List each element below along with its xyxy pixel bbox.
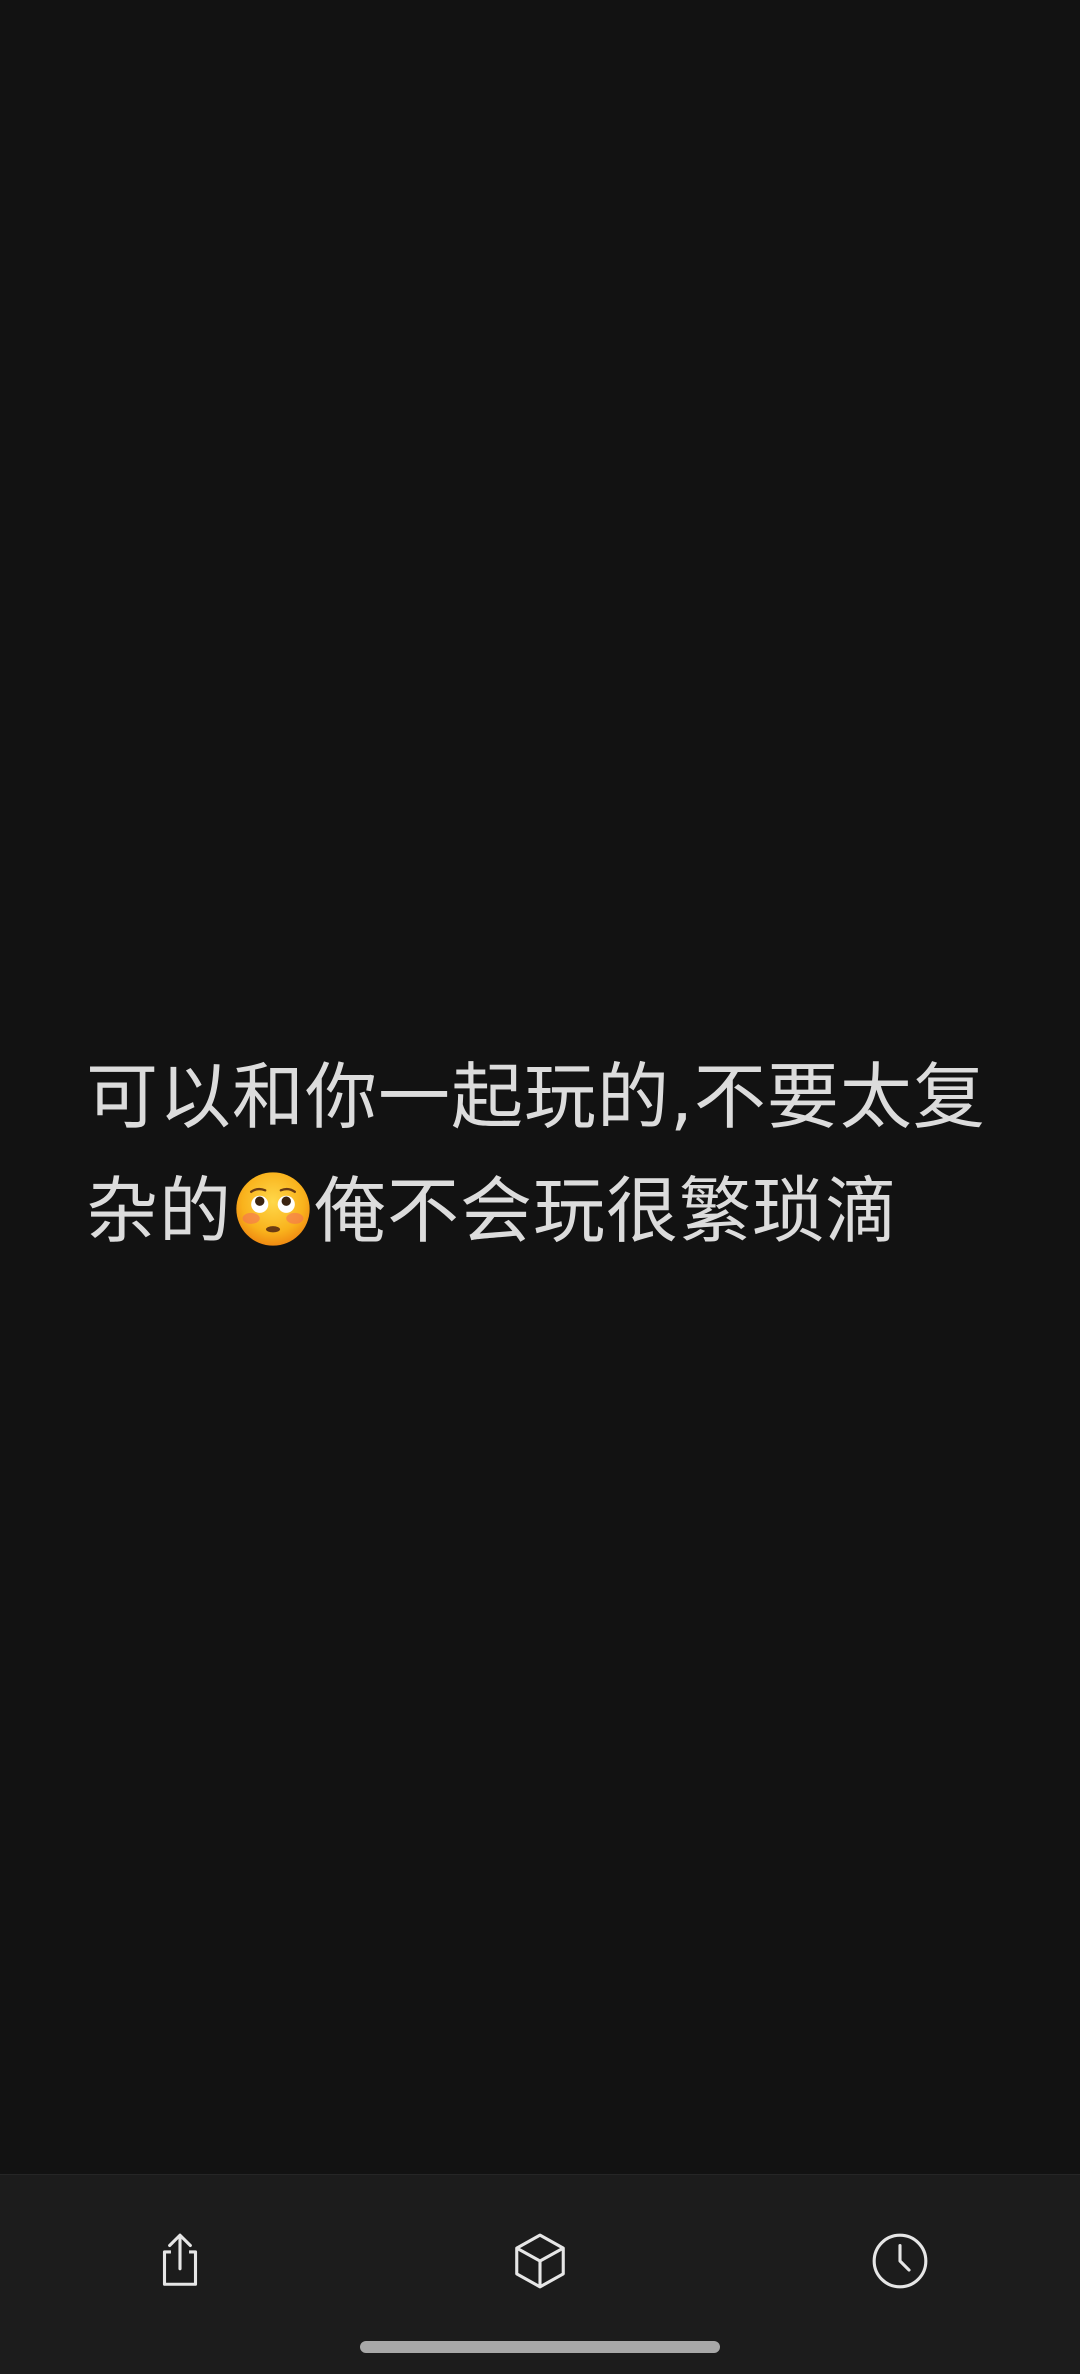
home-indicator[interactable] — [360, 2341, 720, 2353]
cube-button[interactable] — [498, 2219, 582, 2303]
cube-icon — [515, 2233, 565, 2289]
message-line-1: 可以和你一起玩的,不要太复 — [86, 1055, 986, 1139]
message-line-2: 杂的 俺不会玩很繁琐滴 — [86, 1154, 1006, 1268]
clock-icon — [872, 2233, 928, 2289]
message-line-2-end: 俺不会玩很繁琐滴 — [314, 1169, 899, 1253]
flushed-face-icon — [234, 1166, 312, 1246]
message-line-2-start: 杂的 — [86, 1169, 233, 1253]
screen: 可以和你一起玩的,不要太复 杂的 俺不会玩很繁琐滴 — [0, 0, 1080, 2374]
message-text: 可以和你一起玩的,不要太复 杂的 俺不会玩很繁琐滴 — [86, 1040, 1006, 1268]
share-icon — [162, 2233, 198, 2286]
share-button[interactable] — [138, 2219, 222, 2303]
history-button[interactable] — [858, 2219, 942, 2303]
